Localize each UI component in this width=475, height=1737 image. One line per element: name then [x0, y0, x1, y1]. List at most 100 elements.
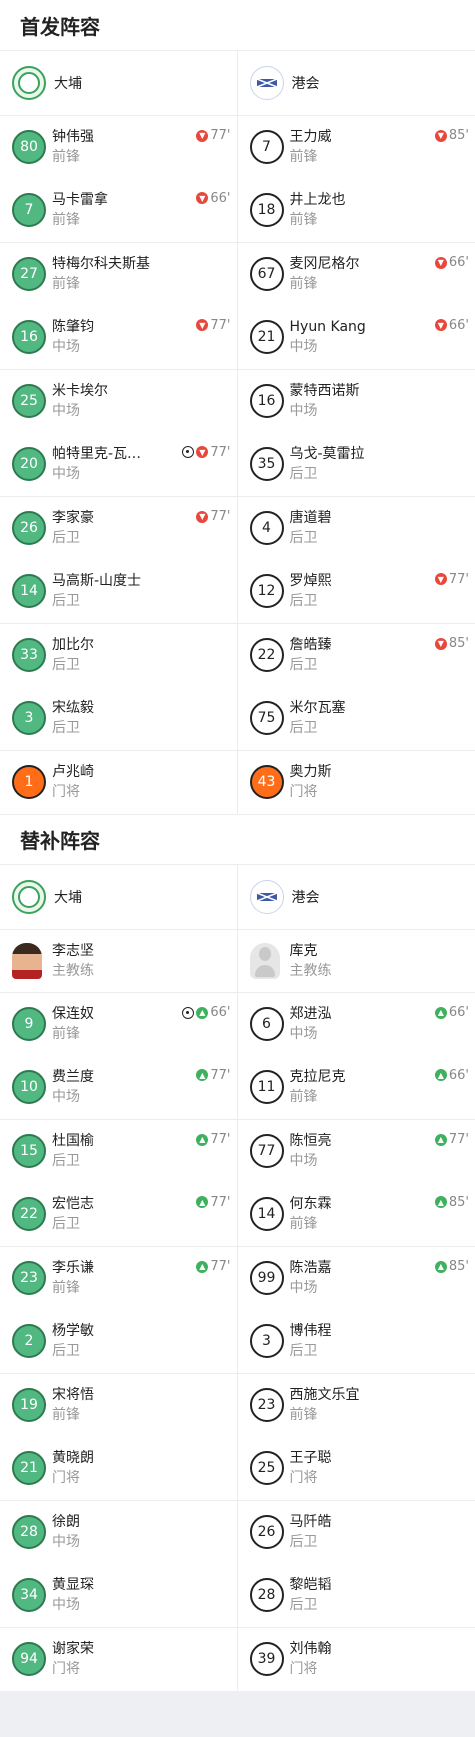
away-player[interactable]: 16 蒙特西诺斯 中场: [238, 370, 475, 433]
home-player[interactable]: 94 谢家荣 门将: [0, 1628, 238, 1691]
player-position: 前锋: [52, 1407, 80, 1424]
away-team[interactable]: 港会: [238, 51, 475, 115]
away-player[interactable]: 21 Hyun Kang 中场 ▼ 66': [238, 306, 475, 370]
home-player[interactable]: 80 钟伟强 前锋 ▼ 77': [0, 116, 238, 179]
home-player[interactable]: 23 李乐谦 前锋 ▲ 77': [0, 1247, 238, 1310]
home-player[interactable]: 33 加比尔 后卫: [0, 624, 238, 687]
jersey-number: 28: [12, 1515, 46, 1550]
jersey-number: 28: [249, 1578, 284, 1613]
home-player[interactable]: 22 宏恺志 后卫 ▲ 77': [0, 1182, 238, 1246]
player-name: 博伟程: [289, 1323, 332, 1340]
sub-out-icon: ▼: [434, 319, 447, 331]
player-name: 西施文乐宜: [289, 1387, 360, 1404]
player-name: 特梅尔科夫斯基: [52, 256, 150, 273]
home-player[interactable]: 25 米卡埃尔 中场: [0, 370, 238, 433]
away-player[interactable]: 6 郑进泓 中场 ▲ 66': [238, 993, 475, 1056]
away-player[interactable]: 99 陈浩嘉 中场 ▲ 85': [238, 1247, 475, 1310]
lineup-row: 25 米卡埃尔 中场 16 蒙特西诺斯 中场: [0, 369, 475, 433]
away-player[interactable]: 25 王子聪 门将: [238, 1437, 475, 1501]
player-events: ▲ 77': [196, 1068, 231, 1083]
sub-in-icon: ▲: [196, 1069, 209, 1081]
away-player[interactable]: 22 詹皓臻 后卫 ▼ 85': [238, 624, 475, 687]
away-player[interactable]: 67 麦冈尼格尔 前锋 ▼ 66': [238, 243, 475, 306]
coach-role: 主教练: [289, 962, 332, 979]
jersey-number: 6: [249, 1007, 284, 1042]
away-team[interactable]: 港会: [238, 865, 475, 929]
lineup-row: 33 加比尔 后卫 22 詹皓臻 后卫 ▼ 85': [0, 623, 475, 687]
coach-name: 李志坚: [52, 942, 94, 959]
away-player[interactable]: 35 乌戈-莫雷拉 后卫: [238, 433, 475, 497]
jersey-number: 21: [12, 1451, 46, 1486]
sub-in-icon: ▲: [434, 1133, 447, 1146]
player-events: ▲ 66': [434, 1068, 469, 1083]
home-player[interactable]: 21 黄晓朗 门将: [0, 1436, 238, 1500]
sub-out-icon: ▼: [434, 637, 447, 650]
home-team[interactable]: 大埔: [0, 51, 238, 115]
player-position: 后卫: [289, 593, 318, 610]
away-player[interactable]: 23 西施文乐宜 前锋: [238, 1374, 475, 1437]
sub-in-icon: ▲: [196, 1133, 209, 1146]
jersey-number: 75: [249, 701, 284, 736]
sub-out-icon: ▼: [196, 446, 209, 458]
home-player[interactable]: 10 费兰度 中场 ▲ 77': [0, 1055, 238, 1119]
home-player[interactable]: 16 陈肇钧 中场 ▼ 77': [0, 305, 238, 369]
home-team-name: 大埔: [54, 76, 82, 92]
player-position: 后卫: [52, 720, 80, 737]
home-player[interactable]: 1 卢兆崎 门将: [0, 751, 238, 814]
home-player[interactable]: 26 李家豪 后卫 ▼ 77': [0, 497, 238, 560]
sub-out-icon: ▼: [196, 129, 209, 142]
player-position: 中场: [289, 1280, 318, 1297]
away-player[interactable]: 39 刘伟翰 门将: [238, 1628, 475, 1691]
away-player[interactable]: 4 唐道碧 后卫: [238, 497, 475, 560]
away-player[interactable]: 26 马阡皓 后卫: [238, 1501, 475, 1564]
away-player[interactable]: 7 王力威 前锋 ▼ 85': [238, 116, 475, 179]
player-name: 马阡皓: [289, 1514, 332, 1531]
sub-minute: 66': [210, 1005, 231, 1020]
player-position: 中场: [52, 403, 80, 420]
home-player[interactable]: 27 特梅尔科夫斯基 前锋: [0, 243, 238, 306]
home-player[interactable]: 20 帕特里克-瓦… 中场 ▼ 77': [0, 432, 238, 496]
away-player[interactable]: 77 陈恒亮 中场 ▲ 77': [238, 1120, 475, 1183]
away-player[interactable]: 28 黎皑韬 后卫: [238, 1564, 475, 1628]
player-events: ▲ 66': [434, 1005, 469, 1020]
home-player[interactable]: 19 宋将悟 前锋: [0, 1374, 238, 1437]
away-player[interactable]: 14 何东霖 前锋 ▲ 85': [238, 1183, 475, 1247]
away-player[interactable]: 43 奥力斯 门将: [238, 751, 475, 814]
away-coach[interactable]: 库克 主教练: [238, 930, 475, 993]
player-position: 门将: [52, 1470, 80, 1487]
away-player[interactable]: 3 博伟程 后卫: [238, 1310, 475, 1374]
away-player[interactable]: 18 井上龙也 前锋: [238, 179, 475, 243]
away-player[interactable]: 75 米尔瓦塞 后卫: [238, 687, 475, 751]
home-player[interactable]: 28 徐朗 中场: [0, 1501, 238, 1564]
player-position: 后卫: [52, 530, 80, 547]
lineup-row: 1 卢兆崎 门将 43 奥力斯 门将: [0, 750, 475, 814]
player-position: 前锋: [52, 212, 80, 229]
player-position: 门将: [289, 784, 318, 801]
sub-minute: 77': [210, 317, 231, 333]
home-player[interactable]: 34 黄显琛 中场: [0, 1563, 238, 1627]
home-player[interactable]: 15 杜国榆 后卫 ▲ 77': [0, 1120, 238, 1183]
home-player[interactable]: 9 保连奴 前锋 ▲ 66': [0, 993, 238, 1056]
lineup-row: 9 保连奴 前锋 ▲ 66' 6 郑进泓 中场 ▲ 66': [0, 992, 475, 1056]
player-position: 前锋: [289, 1216, 318, 1233]
player-name: 麦冈尼格尔: [289, 256, 360, 273]
starting-team-header: 大埔 港会: [0, 51, 475, 115]
sub-in-icon: ▲: [196, 1196, 209, 1208]
home-player[interactable]: 7 马卡雷拿 前锋 ▼ 66': [0, 178, 238, 242]
home-player[interactable]: 14 马高斯-山度士 后卫: [0, 559, 238, 623]
home-team[interactable]: 大埔: [0, 864, 238, 929]
player-name: 钟伟强: [52, 129, 94, 146]
sub-minute: 77': [210, 509, 231, 524]
sub-minute: 77': [210, 1259, 231, 1274]
lineup-row: 94 谢家荣 门将 39 刘伟翰 门将: [0, 1627, 475, 1691]
lineup-row: 19 宋将悟 前锋 23 西施文乐宜 前锋: [0, 1373, 475, 1437]
player-name: 马卡雷拿: [52, 192, 108, 209]
home-coach[interactable]: 李志坚 主教练: [0, 929, 238, 992]
lineup-row: 3 宋纮毅 后卫 75 米尔瓦塞 后卫: [0, 686, 475, 751]
sub-out-icon: ▼: [434, 129, 447, 142]
player-position: 中场: [52, 1597, 80, 1614]
away-player[interactable]: 11 克拉尼克 前锋 ▲ 66': [238, 1056, 475, 1120]
home-player[interactable]: 2 杨学敏 后卫: [0, 1309, 238, 1373]
away-player[interactable]: 12 罗焯熙 后卫 ▼ 77': [238, 560, 475, 624]
home-player[interactable]: 3 宋纮毅 后卫: [0, 686, 238, 750]
